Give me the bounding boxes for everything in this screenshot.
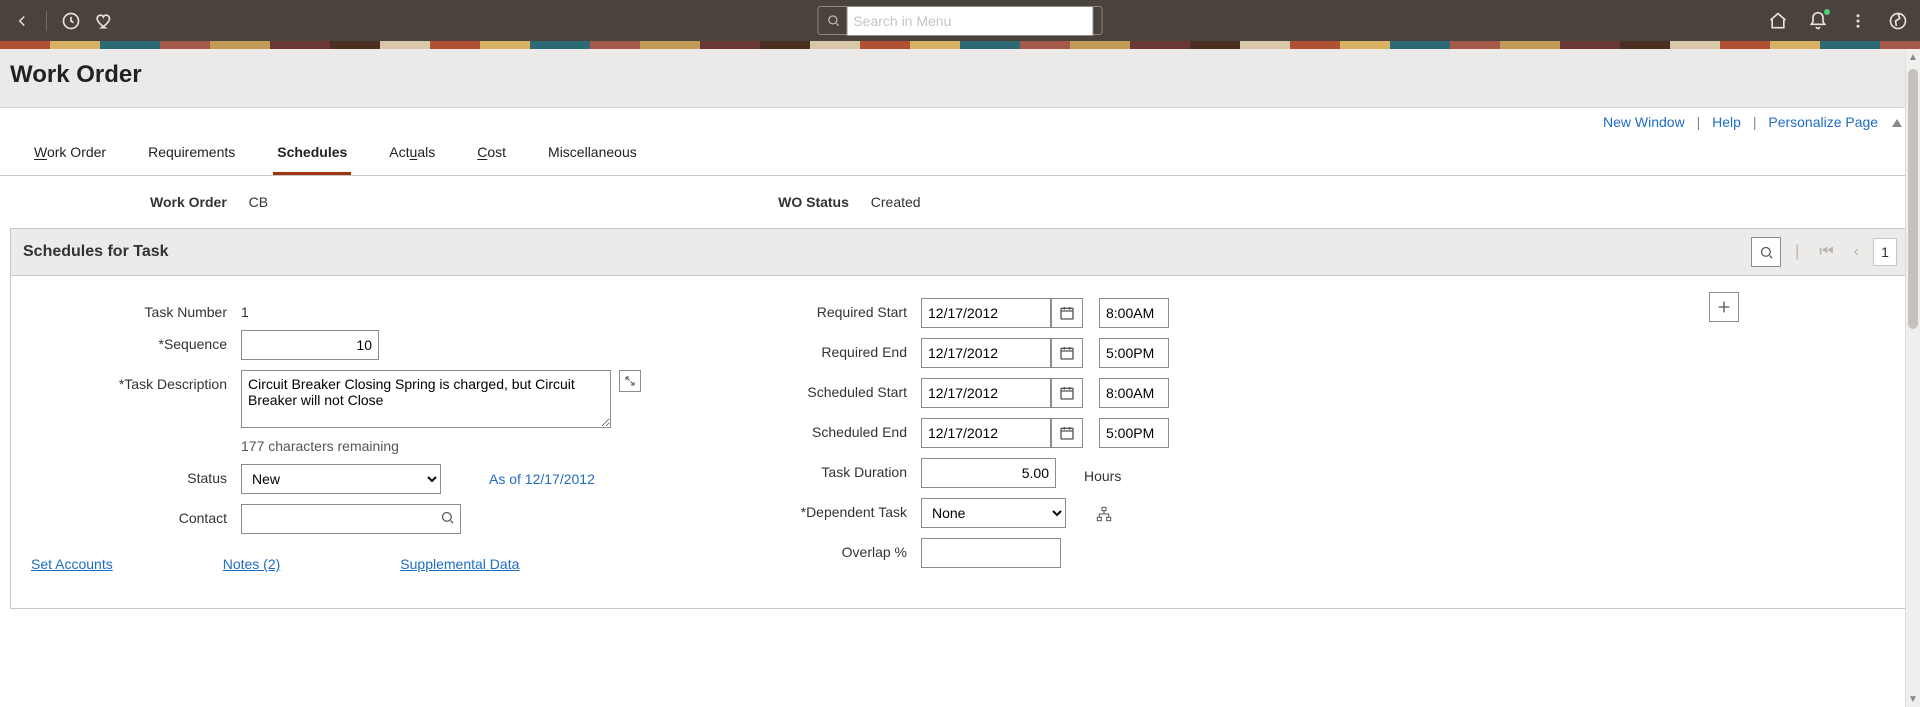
home-icon[interactable] — [1768, 11, 1788, 31]
duration-unit: Hours — [1084, 462, 1121, 484]
page-tabs: Work Order Requirements Schedules Actual… — [0, 130, 1920, 176]
vertical-scrollbar[interactable]: ▲ ▼ — [1905, 49, 1920, 707]
help-link[interactable]: Help — [1712, 114, 1741, 130]
task-duration-label: Task Duration — [711, 458, 921, 480]
grid-nav-divider: | — [1789, 243, 1805, 261]
overlap-label: Overlap % — [711, 538, 921, 560]
dependency-tree-button[interactable] — [1096, 502, 1112, 525]
scheduled-end-time-input[interactable] — [1099, 418, 1169, 448]
calendar-icon — [1059, 425, 1075, 441]
wo-label: Work Order — [150, 194, 227, 210]
required-end-date-input[interactable] — [921, 338, 1051, 368]
scheduled-start-time-input[interactable] — [1099, 378, 1169, 408]
decorative-ribbon — [0, 41, 1920, 49]
scroll-up-icon[interactable]: ▲ — [1906, 49, 1920, 65]
page-title: Work Order — [0, 49, 1920, 108]
contact-lookup-button[interactable] — [440, 510, 455, 528]
grid-header: Schedules for Task | ⏮ ‹ 1 — [11, 229, 1909, 276]
expand-description-button[interactable] — [619, 370, 641, 392]
required-end-date-picker[interactable] — [1051, 338, 1083, 368]
required-end-time-input[interactable] — [1099, 338, 1169, 368]
hierarchy-icon — [1096, 506, 1112, 522]
search-icon — [827, 13, 841, 28]
task-number-value: 1 — [241, 298, 249, 320]
contact-input[interactable] — [241, 504, 461, 534]
tab-cost[interactable]: Cost — [473, 134, 510, 175]
notifications-icon[interactable] — [1808, 11, 1828, 31]
tab-actuals[interactable]: Actuals — [385, 134, 439, 175]
dependent-task-label: Dependent Task — [711, 498, 921, 520]
scheduled-end-date-picker[interactable] — [1051, 418, 1083, 448]
notes-link[interactable]: Notes (2) — [223, 556, 281, 572]
grid-page-number[interactable]: 1 — [1873, 238, 1897, 266]
task-description-label: Task Description — [31, 370, 241, 392]
search-icon — [440, 510, 455, 525]
scheduled-start-date-picker[interactable] — [1051, 378, 1083, 408]
task-description-input[interactable]: Circuit Breaker Closing Spring is charge… — [241, 370, 611, 428]
menu-search[interactable] — [818, 6, 1103, 35]
description-remaining: 177 characters remaining — [241, 438, 399, 454]
scheduled-end-label: Scheduled End — [711, 418, 921, 440]
required-start-date-picker[interactable] — [1051, 298, 1083, 328]
contact-label: Contact — [31, 504, 241, 526]
new-window-link[interactable]: New Window — [1603, 114, 1685, 130]
global-toolbar — [0, 0, 1920, 41]
recent-icon[interactable] — [61, 11, 81, 31]
status-asof: As of 12/17/2012 — [489, 471, 595, 487]
grid-find-button[interactable] — [1751, 237, 1781, 267]
wo-value: CB — [249, 194, 268, 210]
tab-schedules[interactable]: Schedules — [273, 134, 351, 175]
tab-miscellaneous[interactable]: Miscellaneous — [544, 134, 641, 175]
calendar-icon — [1059, 345, 1075, 361]
required-end-label: Required End — [711, 338, 921, 360]
required-start-label: Required Start — [711, 298, 921, 320]
page-utility-links: New Window | Help | Personalize Page — [0, 108, 1920, 130]
grid-first-button[interactable]: ⏮ — [1813, 243, 1839, 261]
set-accounts-link[interactable]: Set Accounts — [31, 556, 113, 572]
calendar-icon — [1059, 385, 1075, 401]
dependent-task-select[interactable]: None — [921, 498, 1066, 528]
overlap-input — [921, 538, 1061, 568]
expand-icon — [624, 375, 636, 387]
wo-status-value: Created — [871, 194, 921, 210]
sequence-input[interactable] — [241, 330, 379, 360]
supplemental-data-link[interactable]: Supplemental Data — [400, 556, 519, 572]
scroll-down-icon[interactable]: ▼ — [1906, 691, 1920, 707]
scheduled-start-label: Scheduled Start — [711, 378, 921, 400]
scheduled-end-date-input[interactable] — [921, 418, 1051, 448]
wo-header-row: Work Order CB WO Status Created — [0, 176, 1920, 228]
divider — [46, 11, 47, 31]
actions-menu-icon[interactable] — [1848, 11, 1868, 31]
plus-icon — [1716, 299, 1732, 315]
scheduled-start-date-input[interactable] — [921, 378, 1051, 408]
favorite-icon[interactable] — [95, 11, 115, 31]
grid-title: Schedules for Task — [23, 243, 169, 261]
status-label: Status — [31, 464, 241, 486]
status-select[interactable]: New — [241, 464, 441, 494]
task-duration-input[interactable] — [921, 458, 1056, 488]
add-row-button[interactable] — [1709, 292, 1739, 322]
scroll-thumb[interactable] — [1908, 69, 1918, 329]
required-start-date-input[interactable] — [921, 298, 1051, 328]
personalize-link[interactable]: Personalize Page — [1768, 114, 1878, 130]
back-button[interactable] — [12, 11, 32, 31]
required-start-time-input[interactable] — [1099, 298, 1169, 328]
navbar-icon[interactable] — [1888, 11, 1908, 31]
schedules-grid: Schedules for Task | ⏮ ‹ 1 Task Number 1… — [10, 228, 1910, 609]
tab-requirements[interactable]: Requirements — [144, 134, 239, 175]
calendar-icon — [1059, 305, 1075, 321]
grid-prev-button[interactable]: ‹ — [1848, 243, 1865, 261]
task-number-label: Task Number — [31, 298, 241, 320]
search-icon — [1759, 245, 1774, 260]
tab-work-order[interactable]: Work Order — [30, 134, 110, 175]
wo-status-label: WO Status — [778, 194, 849, 210]
collapse-icon[interactable] — [1892, 119, 1902, 127]
sequence-label: Sequence — [31, 330, 241, 352]
menu-search-input[interactable] — [846, 6, 1093, 36]
